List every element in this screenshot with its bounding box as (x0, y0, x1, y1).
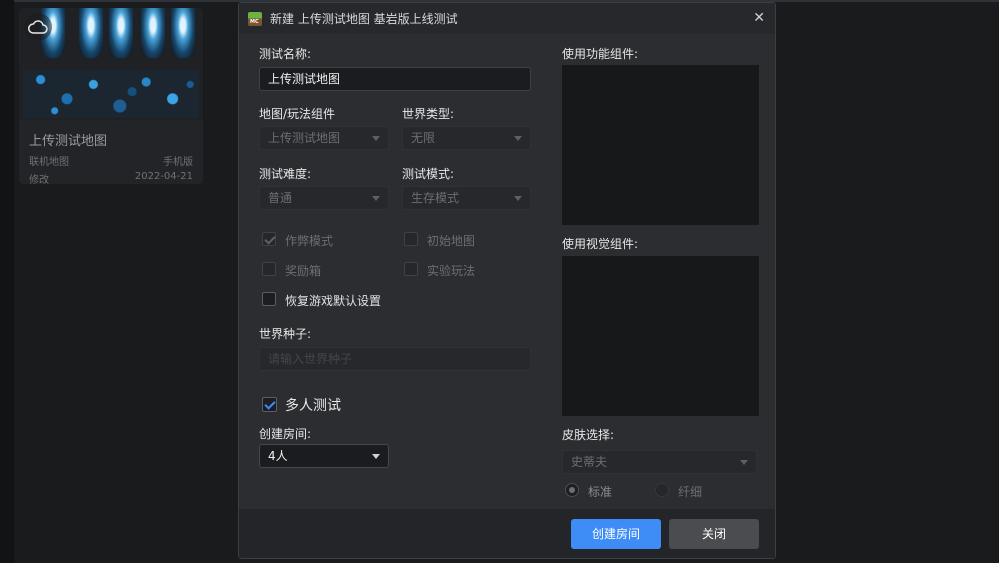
skin-value: 史蒂夫 (571, 455, 608, 469)
dialog-titlebar: MC 新建 上传测试地图 基岩版上线测试 ✕ (239, 3, 775, 34)
map-modified-row: 修改 2022-04-21 (29, 171, 193, 184)
seed-input[interactable]: 请输入世界种子 (259, 347, 531, 371)
test-name-input[interactable]: 上传测试地图 (259, 67, 531, 91)
difficulty-select[interactable]: 普通 (259, 186, 389, 210)
experimental-checkbox[interactable] (404, 262, 418, 276)
chevron-down-icon (514, 136, 522, 141)
visual-components-list[interactable] (562, 256, 759, 416)
initial-map-label: 初始地图 (427, 234, 476, 248)
room-size-value: 4人 (268, 449, 288, 463)
map-title: 上传测试地图 (29, 134, 108, 149)
map-type: 联机地图 (29, 157, 69, 168)
visual-components-label: 使用视觉组件: (562, 237, 639, 251)
restore-defaults-checkbox[interactable] (262, 292, 276, 306)
world-type-value: 无限 (411, 131, 436, 145)
bonus-chest-label: 奖励箱 (285, 264, 322, 278)
mode-value: 生存模式 (411, 191, 460, 205)
world-type-select[interactable]: 无限 (402, 126, 531, 150)
cloud-icon (24, 13, 52, 41)
restore-defaults-label: 恢复游戏默认设置 (285, 294, 382, 308)
map-card[interactable]: 上传测试地图 联机地图 手机版 修改 2022-04-21 (19, 8, 203, 184)
create-room-button[interactable]: 创建房间 (571, 519, 661, 549)
world-type-label: 世界类型: (402, 107, 455, 121)
function-components-list[interactable] (562, 65, 759, 225)
initial-map-checkbox[interactable] (404, 232, 418, 246)
function-components-label: 使用功能组件: (562, 47, 639, 61)
skin-slim-radio[interactable] (655, 483, 669, 497)
skin-label: 皮肤选择: (562, 428, 615, 442)
map-component-label: 地图/玩法组件 (259, 107, 336, 121)
skin-select[interactable]: 史蒂夫 (562, 450, 757, 474)
chevron-down-icon (740, 460, 748, 465)
chevron-down-icon (514, 196, 522, 201)
difficulty-label: 测试难度: (259, 167, 312, 181)
room-size-select[interactable]: 4人 (259, 444, 389, 468)
map-thumbnail (19, 8, 203, 120)
map-modified-label: 修改 (29, 175, 49, 184)
skin-standard-label: 标准 (588, 485, 613, 499)
map-component-value: 上传测试地图 (268, 131, 341, 145)
experimental-label: 实验玩法 (427, 264, 476, 278)
seed-label: 世界种子: (259, 327, 312, 341)
dialog-footer: 创建房间 关闭 (239, 509, 775, 558)
cheat-mode-label: 作弊模式 (285, 234, 334, 248)
new-test-dialog: MC 新建 上传测试地图 基岩版上线测试 ✕ 测试名称: 上传测试地图 地图/玩… (238, 2, 776, 559)
mode-label: 测试模式: (402, 167, 455, 181)
skin-standard-radio[interactable] (565, 483, 579, 497)
thumb-tower (141, 8, 165, 58)
close-icon[interactable]: ✕ (753, 10, 765, 26)
thumb-tower (109, 8, 133, 58)
skin-slim-label: 纤细 (678, 485, 703, 499)
minecraft-app-icon: MC (248, 11, 262, 26)
thumb-blocks (23, 70, 199, 118)
close-button[interactable]: 关闭 (669, 519, 759, 549)
mode-select[interactable]: 生存模式 (402, 186, 531, 210)
map-platform: 手机版 (163, 157, 193, 168)
multiplayer-label: 多人测试 (285, 398, 341, 414)
cheat-mode-checkbox[interactable] (262, 232, 276, 246)
chevron-down-icon (372, 196, 380, 201)
thumb-tower (171, 8, 195, 58)
left-edge (0, 0, 14, 563)
create-room-label: 创建房间: (259, 427, 312, 441)
multiplayer-checkbox[interactable] (262, 397, 277, 412)
thumb-tower (79, 8, 103, 58)
chevron-down-icon (372, 454, 380, 459)
test-name-label: 测试名称: (259, 47, 312, 61)
dialog-title: 新建 上传测试地图 基岩版上线测试 (270, 12, 458, 26)
bonus-chest-checkbox[interactable] (262, 262, 276, 276)
chevron-down-icon (372, 136, 380, 141)
map-modified-date: 2022-04-21 (134, 171, 193, 182)
map-component-select[interactable]: 上传测试地图 (259, 126, 389, 150)
map-meta-row: 联机地图 手机版 (29, 153, 193, 168)
difficulty-value: 普通 (268, 191, 293, 205)
